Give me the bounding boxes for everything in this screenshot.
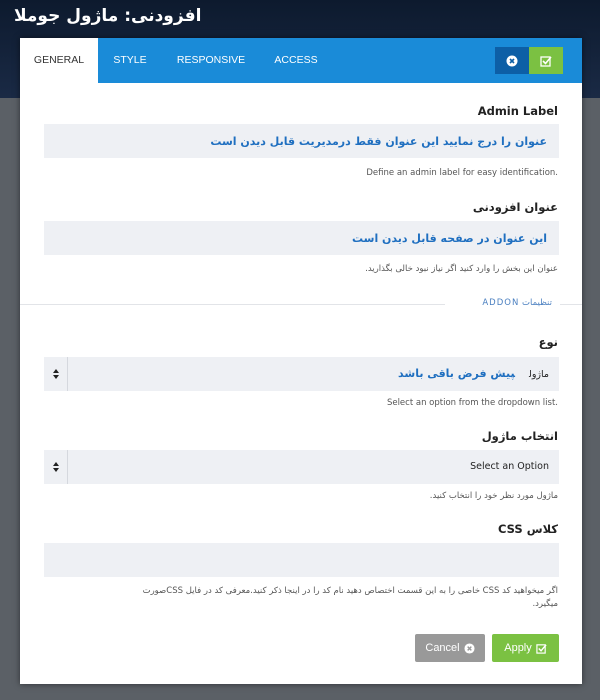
type-select[interactable]: ماژولپیش فرض باقی باشد: [44, 357, 559, 391]
tab-access[interactable]: ACCESS: [263, 38, 329, 83]
sort-icon: [44, 357, 68, 391]
section-divider-left: [20, 304, 445, 305]
admin-label-input[interactable]: عنوان را درج نمایید این عنوان فقط درمدیر…: [44, 124, 559, 158]
save-button[interactable]: [529, 47, 563, 74]
addon-title-label: عنوان افزودنی: [472, 200, 558, 214]
section-divider-title: تنظیمات ADDON: [482, 298, 552, 308]
css-class-help-line1: اگر میخواهید کد CSS خاصی را به این قسمت …: [142, 586, 558, 596]
check-square-icon: [536, 643, 547, 654]
type-help: Select an option from the dropdown list.: [386, 398, 558, 408]
css-class-help-line2: میگیرد.: [532, 599, 558, 609]
addon-title-value: این عنوان در صفحه قابل دیدن است: [352, 231, 547, 245]
modal-header: GENERAL STYLE RESPONSIVE ACCESS: [20, 38, 582, 83]
apply-button[interactable]: Apply: [492, 634, 559, 662]
tab-responsive[interactable]: RESPONSIVE: [166, 38, 256, 83]
admin-label-label: Admin Label: [477, 104, 558, 118]
cancel-button[interactable]: Cancel: [415, 634, 485, 662]
admin-label-value: عنوان را درج نمایید این عنوان فقط درمدیر…: [210, 134, 547, 148]
type-selected: ماژولپیش فرض باقی باشد: [398, 367, 549, 380]
check-square-icon: [540, 55, 552, 67]
css-class-label: کلاس CSS: [498, 522, 558, 536]
module-select-label: انتخاب ماژول: [481, 429, 558, 443]
type-note: پیش فرض باقی باشد: [398, 367, 515, 380]
module-select-help: ماژول مورد نظر خود را انتخاب کنید.: [429, 491, 558, 501]
addon-title-input[interactable]: این عنوان در صفحه قابل دیدن است: [44, 221, 559, 255]
close-circle-icon: [506, 55, 518, 66]
addon-settings-modal: GENERAL STYLE RESPONSIVE ACCESS Admin La…: [20, 38, 582, 684]
backdrop-title: افزودنی: ماژول جوملا: [14, 6, 202, 26]
admin-label-help: Define an admin label for easy identific…: [366, 168, 558, 178]
close-button[interactable]: [495, 47, 529, 74]
tab-general[interactable]: GENERAL: [20, 38, 98, 83]
type-label: نوع: [538, 335, 558, 349]
addon-title-help: عنوان این بخش را وارد کنید اگر نیاز نبود…: [365, 264, 558, 274]
sort-icon: [44, 450, 68, 484]
css-class-input[interactable]: [44, 543, 559, 577]
close-circle-icon: [464, 642, 475, 654]
tab-style[interactable]: STYLE: [98, 38, 162, 83]
section-divider-right: [560, 304, 582, 305]
module-select[interactable]: Select an Option: [44, 450, 559, 484]
module-select-selected: Select an Option: [470, 461, 549, 472]
